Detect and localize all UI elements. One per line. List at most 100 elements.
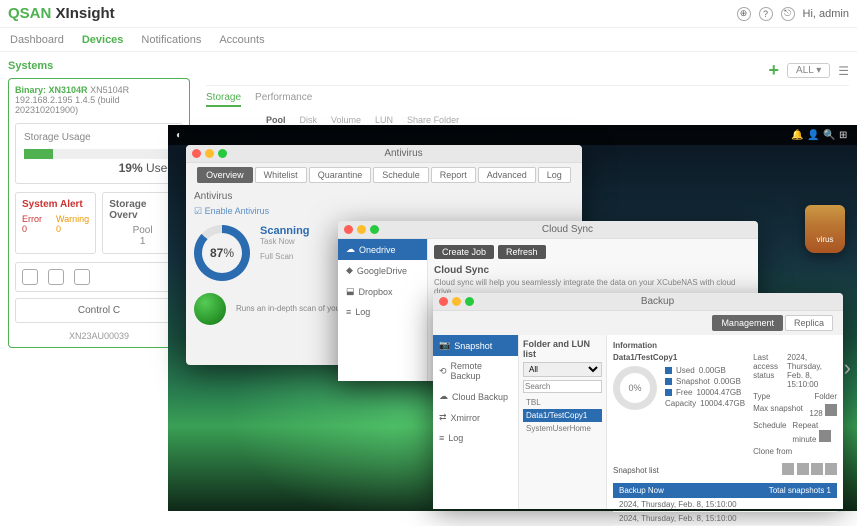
filter-select[interactable]: All (523, 362, 602, 377)
close-icon[interactable] (344, 225, 353, 234)
device-ip: 192.168.2.195 (15, 95, 73, 105)
delete-icon[interactable] (825, 463, 837, 475)
control-button[interactable]: Control C (15, 298, 183, 323)
total-snapshots-label: Total snapshots 1 (769, 486, 831, 495)
refresh-button[interactable]: Refresh (498, 245, 546, 259)
folder-list-heading: Folder and LUN list (523, 339, 602, 359)
av-tab-whitelist[interactable]: Whitelist (255, 167, 307, 183)
next-arrow-icon[interactable]: › (844, 355, 851, 381)
grid-icon[interactable]: ⊞ (839, 130, 849, 140)
list-item[interactable]: Data1/TestCopy1 (523, 409, 602, 422)
av-tab-log[interactable]: Log (538, 167, 571, 183)
list-header: TBL (523, 396, 602, 409)
bk-tab-replica[interactable]: Replica (785, 315, 833, 331)
backup-now-label: Backup Now (619, 486, 664, 495)
bell-icon[interactable]: 🔔 (791, 130, 801, 140)
antivirus-badge[interactable]: virus (805, 205, 845, 253)
device-card[interactable]: Binary: XN3104R XN5104R 192.168.2.195 1.… (8, 78, 190, 348)
camera-icon[interactable] (782, 463, 794, 475)
maximize-icon[interactable] (465, 297, 474, 306)
close-icon[interactable] (192, 149, 201, 158)
cs-item-google[interactable]: ◆ GoogleDrive (338, 260, 427, 281)
snapshot-row[interactable]: 2024, Thursday, Feb. 8, 15:10:00 (613, 512, 837, 526)
subtab-pool[interactable]: Pool (266, 115, 286, 125)
nav-dashboard[interactable]: Dashboard (10, 34, 64, 46)
tab-performance[interactable]: Performance (255, 92, 312, 107)
subtab-volume[interactable]: Volume (331, 115, 361, 125)
menu-dot-icon[interactable]: ◐ (176, 130, 186, 140)
minimize-icon[interactable] (205, 149, 214, 158)
bk-item-snapshot[interactable]: 📷 Snapshot (433, 335, 518, 356)
nav-devices[interactable]: Devices (82, 34, 124, 46)
free-value: 10004.47GB (696, 388, 741, 397)
storage-usage-bar (24, 149, 174, 159)
filter-all-dropdown[interactable]: ALL ▾ (787, 63, 830, 78)
subtab-lun[interactable]: LUN (375, 115, 393, 125)
antivirus-titlebar[interactable]: Antivirus (186, 145, 582, 163)
av-tab-schedule[interactable]: Schedule (373, 167, 429, 183)
maximize-icon[interactable] (370, 225, 379, 234)
lock-icon[interactable] (797, 463, 809, 475)
list-item[interactable]: SystemUserHome (523, 422, 602, 435)
box-icon[interactable] (22, 269, 38, 285)
edit-icon[interactable] (819, 430, 831, 442)
bk-item-xmirror[interactable]: ⇄ Xmirror (433, 407, 518, 428)
type-label: Type (753, 392, 770, 401)
minimize-icon[interactable] (357, 225, 366, 234)
cloudsync-heading: Cloud Sync (434, 265, 752, 276)
globe-icon[interactable]: ⊕ (737, 7, 751, 21)
subtab-disk[interactable]: Disk (300, 115, 318, 125)
serial-number: XN23AU00039 (15, 331, 183, 341)
bk-tab-management[interactable]: Management (712, 315, 783, 331)
capacity-donut: 0% (613, 366, 657, 410)
backup-titlebar[interactable]: Backup (433, 293, 843, 311)
snapshot-row[interactable]: 2024, Thursday, Feb. 8, 15:10:00 (613, 498, 837, 512)
search-input[interactable] (523, 380, 602, 393)
av-tab-quarantine[interactable]: Quarantine (309, 167, 372, 183)
info-path: Data1/TestCopy1 (613, 353, 745, 362)
cap-value: 10004.47GB (700, 399, 745, 408)
maximize-icon[interactable] (218, 149, 227, 158)
revert-icon[interactable] (811, 463, 823, 475)
edit-icon[interactable] (825, 404, 837, 416)
nav-accounts[interactable]: Accounts (219, 34, 264, 46)
bk-item-cloud[interactable]: ☁ Cloud Backup (433, 386, 518, 407)
sched-value: Repeat minute (792, 421, 818, 444)
tab-storage[interactable]: Storage (206, 92, 241, 107)
snapshot-banner: Backup Now Total snapshots 1 (613, 483, 837, 498)
cs-item-log[interactable]: ≡ Log (338, 302, 427, 322)
cs-item-dropbox[interactable]: ⬓ Dropbox (338, 281, 427, 302)
icon-row (15, 262, 183, 292)
nav-notifications[interactable]: Notifications (141, 34, 201, 46)
search-top-icon[interactable]: 🔍 (823, 130, 833, 140)
user-icon[interactable]: 👤 (807, 130, 817, 140)
bk-item-remote[interactable]: ⟲ Remote Backup (433, 356, 518, 386)
help-icon[interactable]: ? (759, 7, 773, 21)
pool-count: 1 (140, 236, 146, 247)
enable-antivirus-checkbox[interactable]: ☑ Enable Antivirus (186, 206, 582, 217)
cloudsync-titlebar[interactable]: Cloud Sync (338, 221, 758, 239)
cloudsync-title: Cloud Sync (383, 224, 752, 235)
create-job-button[interactable]: Create Job (434, 245, 494, 259)
minimize-icon[interactable] (452, 297, 461, 306)
add-button[interactable]: + (768, 60, 779, 81)
av-tab-report[interactable]: Report (431, 167, 476, 183)
square-icon (665, 378, 672, 385)
nas-desktop: ◐ 🔔 👤 🔍 ⊞ virus › Antivirus Overview Whi… (168, 125, 857, 511)
bk-item-log[interactable]: ≡ Log (433, 428, 518, 448)
av-tab-advanced[interactable]: Advanced (478, 167, 536, 183)
backup-window: Backup Management Replica 📷 Snapshot ⟲ R… (433, 293, 843, 503)
cs-item-onedrive[interactable]: ☁ Onedrive (338, 239, 427, 260)
logout-icon[interactable]: ⎋ (781, 7, 795, 21)
subtab-share[interactable]: Share Folder (407, 115, 459, 125)
desktop-menubar: ◐ 🔔 👤 🔍 ⊞ (168, 125, 857, 145)
temp-icon[interactable] (48, 269, 64, 285)
snap-label: Snapshot (676, 377, 710, 386)
close-icon[interactable] (439, 297, 448, 306)
free-label: Free (676, 388, 692, 397)
snapshot-list-label: Snapshot list (613, 466, 659, 475)
menu-icon[interactable]: ☰ (838, 64, 849, 78)
bulb-icon[interactable] (74, 269, 90, 285)
warning-count: 0 (56, 224, 61, 234)
av-tab-overview[interactable]: Overview (197, 167, 253, 183)
